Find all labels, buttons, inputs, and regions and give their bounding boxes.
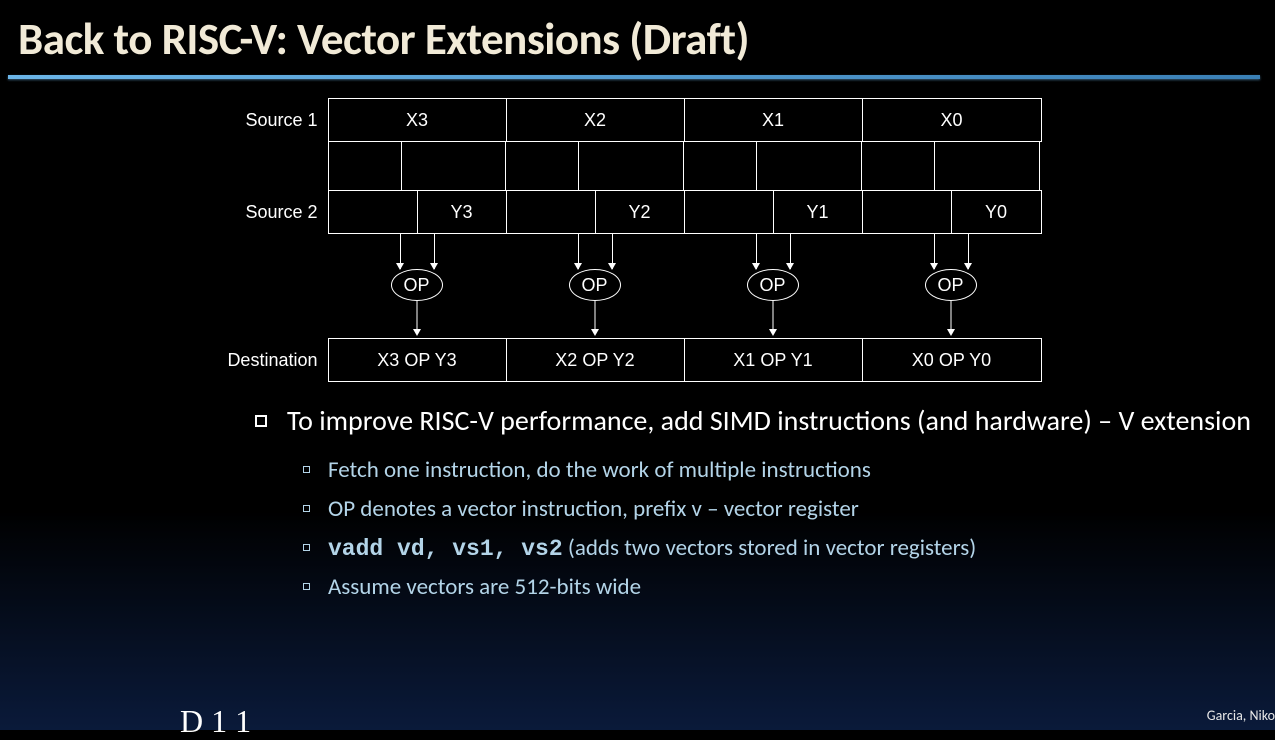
- cell-d3: X3 OP Y3: [329, 339, 507, 381]
- gap-row-1: [213, 141, 1063, 191]
- cell-x3: X3: [329, 99, 507, 141]
- cell-d1: X1 OP Y1: [685, 339, 863, 381]
- square-bullet-icon: [303, 544, 310, 551]
- cell-d0: X0 OP Y0: [863, 339, 1041, 381]
- footer-left-fragment: D 1 1: [180, 703, 251, 740]
- op-ellipse-2: OP: [569, 269, 621, 301]
- destination-cells: X3 OP Y3 X2 OP Y2 X1 OP Y1 X0 OP Y0: [328, 338, 1042, 382]
- source2-cells: Y3 Y2 Y1 Y0: [328, 190, 1042, 234]
- title-underline: [8, 75, 1260, 79]
- cell-d2: X2 OP Y2: [507, 339, 685, 381]
- simd-diagram: Source 1 X3 X2 X1 X0 Source 2 Y3 Y2 Y1 Y…: [213, 99, 1063, 381]
- sub-bullet-3: vadd vd, vs1, vs2 (adds two vectors stor…: [303, 531, 1255, 568]
- sub-bullet-3-suffix: (adds two vectors stored in vector regis…: [563, 534, 977, 562]
- cell-y3: Y3: [418, 191, 507, 233]
- cell-x1: X1: [685, 99, 863, 141]
- square-bullet-icon: [303, 466, 310, 473]
- sub-bullet-1: Fetch one instruction, do the work of mu…: [303, 453, 1255, 489]
- sub-bullet-4-text: Assume vectors are 512-bits wide: [328, 570, 641, 606]
- sub-bullet-4: Assume vectors are 512-bits wide: [303, 570, 1255, 606]
- slide-title: Back to RISC-V: Vector Extensions (Draft…: [0, 0, 1275, 69]
- cell-x0: X0: [863, 99, 1041, 141]
- sub-bullet-2: OP denotes a vector instruction, prefix …: [303, 492, 1255, 528]
- arrows-to-op: [213, 233, 1063, 249]
- source1-label: Source 1: [213, 110, 328, 131]
- destination-row: Destination X3 OP Y3 X2 OP Y2 X1 OP Y1 X…: [213, 339, 1063, 381]
- main-bullet: To improve RISC-V performance, add SIMD …: [255, 403, 1255, 439]
- main-bullet-text: To improve RISC-V performance, add SIMD …: [287, 403, 1251, 439]
- sub-bullet-list: Fetch one instruction, do the work of mu…: [255, 453, 1255, 606]
- square-bullet-icon: [255, 415, 267, 427]
- source2-label: Source 2: [213, 202, 328, 223]
- sub-bullet-1-text: Fetch one instruction, do the work of mu…: [328, 453, 871, 489]
- source1-cells: X3 X2 X1 X0: [328, 98, 1042, 142]
- destination-label: Destination: [213, 350, 328, 371]
- source1-row: Source 1 X3 X2 X1 X0: [213, 99, 1063, 141]
- sub-bullet-3-text: vadd vd, vs1, vs2 (adds two vectors stor…: [328, 531, 976, 568]
- square-bullet-icon: [303, 583, 310, 590]
- cell-x2: X2: [507, 99, 685, 141]
- code-snippet: vadd vd, vs1, vs2: [328, 536, 563, 562]
- op-row: OP OP OP OP: [213, 249, 1063, 339]
- sub-bullet-2-text: OP denotes a vector instruction, prefix …: [328, 492, 859, 528]
- cell-y2: Y2: [596, 191, 685, 233]
- op-ellipse-0: OP: [925, 269, 977, 301]
- op-ellipse-1: OP: [747, 269, 799, 301]
- square-bullet-icon: [303, 505, 310, 512]
- cell-y0: Y0: [952, 191, 1041, 233]
- content-area: To improve RISC-V performance, add SIMD …: [0, 381, 1275, 606]
- footer-credit: Garcia, Niko: [1207, 707, 1275, 724]
- source2-row: Source 2 Y3 Y2 Y1 Y0: [213, 191, 1063, 233]
- op-ellipse-3: OP: [391, 269, 443, 301]
- cell-y1: Y1: [774, 191, 863, 233]
